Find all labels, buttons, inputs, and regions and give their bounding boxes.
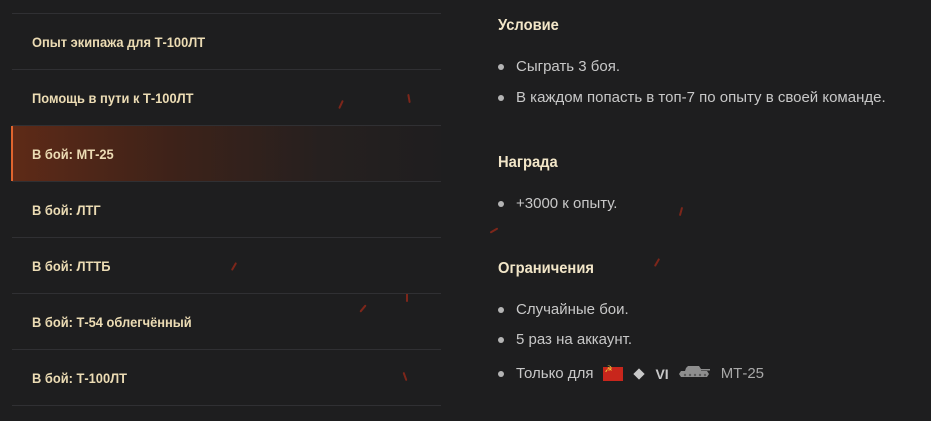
mission-item-help-on-the-way[interactable]: Помощь в пути к Т-100ЛТ xyxy=(12,70,441,126)
condition-text: В каждом попасть в топ-7 по опыту в свое… xyxy=(516,89,886,106)
restriction-text: 5 раз на аккаунт. xyxy=(516,331,632,348)
vehicle-tag[interactable]: VI МТ-25 xyxy=(603,363,764,384)
mission-item-label: В бой: Т-100ЛТ xyxy=(32,369,128,386)
reward-title: Награда xyxy=(498,154,558,171)
bullet-dot xyxy=(498,63,504,70)
restriction-item: Случайные бои. xyxy=(498,301,629,318)
vehicle-tier: VI xyxy=(655,365,669,382)
mission-item-crew-experience[interactable]: Опыт экипажа для Т-100ЛТ xyxy=(12,14,441,70)
bullet-dot xyxy=(498,306,504,313)
mission-item-t-54-light[interactable]: В бой: Т-54 облегчённый xyxy=(12,294,441,350)
restriction-item-vehicle: Только для VI МТ-25 xyxy=(498,363,764,384)
mission-item-label: Опыт экипажа для Т-100ЛТ xyxy=(32,33,206,50)
restrictions-title: Ограничения xyxy=(498,260,594,277)
bullet-dot xyxy=(498,370,504,377)
tank-silhouette-icon xyxy=(677,363,711,384)
mission-item-lttb[interactable]: В бой: ЛТТБ xyxy=(12,238,441,294)
mission-item-t-100lt[interactable]: В бой: Т-100ЛТ xyxy=(12,350,441,406)
mission-item-label: В бой: ЛТТБ xyxy=(32,257,111,274)
reward-item: +3000 к опыту. xyxy=(498,195,617,212)
mission-item-ltg[interactable]: В бой: ЛТГ xyxy=(12,182,441,238)
mission-item-label: В бой: МТ-25 xyxy=(32,145,114,162)
bullet-dot xyxy=(498,94,504,101)
restriction-text: Только для xyxy=(516,365,594,382)
condition-item: В каждом попасть в топ-7 по опыту в свое… xyxy=(498,89,886,106)
restriction-item: 5 раз на аккаунт. xyxy=(498,331,632,348)
ussr-flag-icon xyxy=(603,365,624,381)
condition-text: Сыграть 3 боя. xyxy=(516,58,621,75)
mission-item-label: Помощь в пути к Т-100ЛТ xyxy=(32,89,194,106)
medium-tank-diamond-icon xyxy=(633,367,646,380)
restriction-text: Случайные бои. xyxy=(516,301,629,318)
condition-title: Условие xyxy=(498,17,559,34)
bullet-dot xyxy=(498,200,504,207)
mission-item-label: В бой: Т-54 облегчённый xyxy=(32,313,192,330)
mission-list: Опыт экипажа для Т-100ЛТ Помощь в пути к… xyxy=(11,13,441,406)
mission-item-mt-25[interactable]: В бой: МТ-25 xyxy=(11,126,441,182)
condition-item: Сыграть 3 боя. xyxy=(498,58,620,75)
bullet-dot xyxy=(498,336,504,343)
mission-item-label: В бой: ЛТГ xyxy=(32,201,101,218)
reward-text: +3000 к опыту. xyxy=(516,195,618,212)
vehicle-name: МТ-25 xyxy=(720,365,765,382)
